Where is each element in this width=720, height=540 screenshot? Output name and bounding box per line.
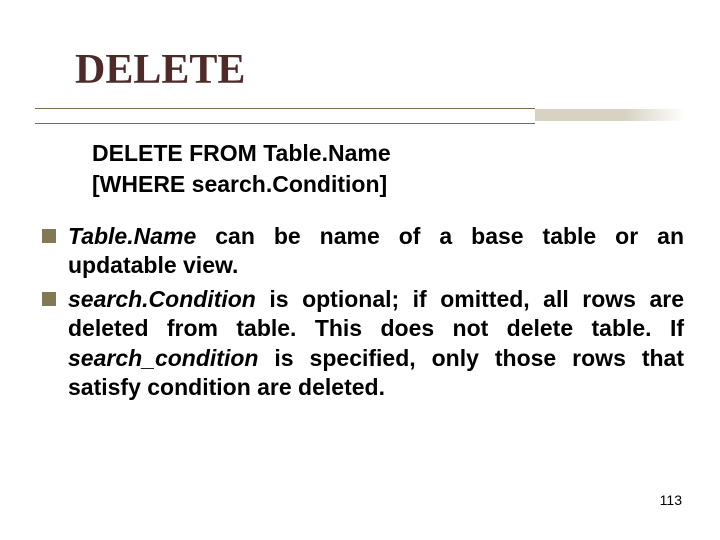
bullet-list: Table.Name can be name of a base table o… [42,222,684,407]
bullet-term: search.Condition [68,286,256,312]
title-underline [35,108,535,124]
slide-title: DELETE [75,46,245,94]
syntax-line-2: [WHERE search.Condition] [92,169,391,200]
bullet-item: Table.Name can be name of a base table o… [42,222,684,281]
bullet-square-icon [42,292,56,306]
title-underline-shadow [535,109,685,121]
syntax-block: DELETE FROM Table.Name [WHERE search.Con… [92,138,391,200]
slide: DELETE DELETE FROM Table.Name [WHERE sea… [0,0,720,540]
syntax-line-1: DELETE FROM Table.Name [92,138,391,169]
bullet-item: search.Condition is optional; if omitted… [42,285,684,403]
page-number: 113 [660,492,682,508]
bullet-term: Table.Name [68,223,196,249]
bullet-square-icon [42,229,56,243]
bullet-term-2: search_condition [68,345,258,371]
